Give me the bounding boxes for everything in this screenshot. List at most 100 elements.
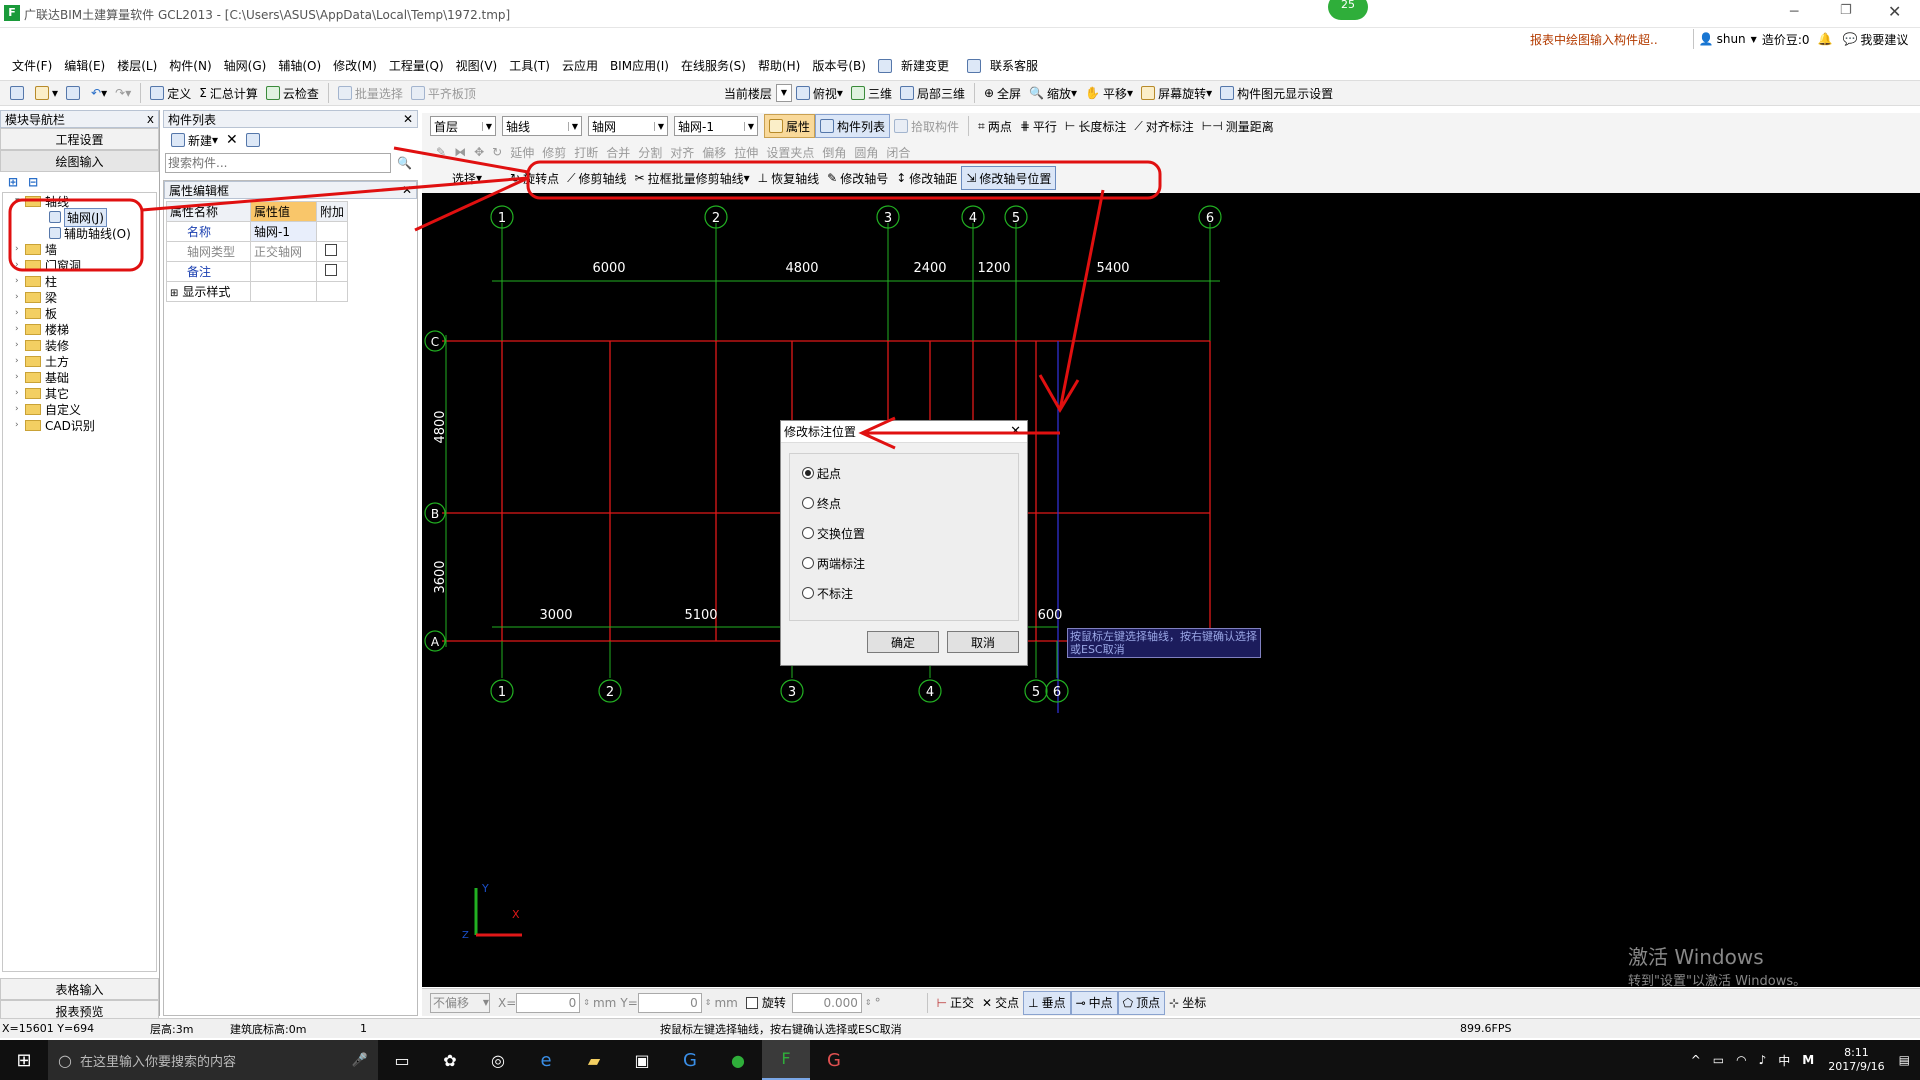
tree-item-custom[interactable]: › 自定义 (15, 401, 156, 417)
tree-item-foundation[interactable]: › 基础 (15, 369, 156, 385)
prop-value[interactable] (250, 261, 317, 282)
local-3d-button[interactable]: 局部三维 (896, 81, 969, 105)
ime-indicator[interactable]: 中 (1778, 1052, 1790, 1069)
menu-version[interactable]: 版本号(B) (806, 55, 872, 77)
menu-contact[interactable]: 联系客服 (961, 55, 1050, 77)
rotate-spinner-icon[interactable]: ⇕ (865, 998, 872, 1007)
menu-bim[interactable]: BIM应用(I) (604, 55, 675, 77)
ime-mode[interactable]: M (1802, 1053, 1814, 1067)
tree-item-other[interactable]: › 其它 (15, 385, 156, 401)
option-end[interactable]: 终点 (802, 488, 1006, 518)
battery-icon[interactable]: ▭ (1713, 1053, 1724, 1067)
select-button[interactable]: 选择 ▾ (448, 166, 486, 190)
prop-value[interactable]: 正交轴网 (250, 241, 317, 262)
windows-start-icon[interactable]: ⊞ (0, 1050, 48, 1071)
menu-quantity[interactable]: 工程量(Q) (383, 55, 450, 77)
menu-new-change[interactable]: 新建变更 (872, 55, 961, 77)
app-icon-2[interactable]: ◎ (474, 1051, 522, 1070)
table-input-button[interactable]: 表格输入 (0, 978, 159, 1000)
pan-button[interactable]: ✋ 平移 ▾ (1081, 81, 1137, 105)
rotate-icon[interactable]: ↻ (488, 140, 506, 164)
type-select[interactable]: 轴网 ▼ (588, 116, 668, 136)
pin-icon[interactable]: ⅹ (147, 112, 154, 126)
current-floor-select[interactable]: ▼ (775, 84, 792, 102)
menu-view[interactable]: 视图(V) (450, 55, 504, 77)
grip-icon[interactable]: ✎ (432, 140, 450, 164)
tree-item-decoration[interactable]: › 装修 (15, 337, 156, 353)
browser-icon[interactable]: G (666, 1050, 714, 1071)
menu-file[interactable]: 文件(F) (6, 55, 58, 77)
menu-tools[interactable]: 工具(T) (503, 55, 556, 77)
instance-select[interactable]: 轴网-1 ▼ (674, 116, 758, 136)
close-icon[interactable]: ✕ (403, 112, 413, 126)
taskbar-search[interactable]: ○ 在这里输入你要搜索的内容 🎤 (48, 1040, 378, 1080)
option-both[interactable]: 两端标注 (802, 548, 1006, 578)
option-swap[interactable]: 交换位置 (802, 518, 1006, 548)
mirror-icon[interactable]: ⧓ (450, 140, 470, 164)
top-view-button[interactable]: 俯视 ▾ (792, 81, 847, 105)
fillet-button[interactable]: 圆角 (850, 140, 882, 164)
restore-axis-button[interactable]: ⊥ 恢复轴线 (754, 166, 823, 190)
file-explorer-icon[interactable]: ▰ (570, 1051, 618, 1070)
split-button[interactable]: 分割 (634, 140, 666, 164)
close-shape-button[interactable]: 闭合 (882, 140, 914, 164)
offset-select[interactable]: 不偏移 ▼ (430, 992, 490, 1013)
tree-item-wall[interactable]: › 墙 (15, 241, 156, 257)
menu-component[interactable]: 构件(N) (163, 55, 217, 77)
component-list-button[interactable]: 构件列表 (815, 114, 891, 138)
app-icon-1[interactable]: ✿ (426, 1051, 474, 1070)
x-input[interactable]: 0 (516, 992, 581, 1013)
expand-icon[interactable]: ⊞ (170, 288, 178, 299)
display-settings-button[interactable]: 构件图元显示设置 (1216, 81, 1337, 105)
expand-all-icon[interactable]: ⊞ (8, 175, 18, 189)
y-spinner-icon[interactable]: ⇕ (705, 998, 712, 1007)
collapse-all-icon[interactable]: ⊟ (28, 175, 38, 189)
table-row[interactable]: ⊞ 显示样式 (166, 281, 349, 302)
rotate-point-button[interactable]: ↻ 旋转点 (506, 166, 563, 190)
component-search-input[interactable] (165, 153, 391, 173)
snap-coordinate[interactable]: ⊹ 坐标 (1165, 991, 1210, 1015)
batch-select-button[interactable]: 批量选择 (334, 81, 407, 105)
x-spinner-icon[interactable]: ⇕ (583, 998, 590, 1007)
menu-modify[interactable]: 修改(M) (327, 55, 383, 77)
tree-item-slab[interactable]: › 板 (15, 305, 156, 321)
rotate-input[interactable]: 0.000 (791, 992, 862, 1013)
offset-button[interactable]: 偏移 (698, 140, 730, 164)
option-start[interactable]: 起点 (802, 458, 1006, 488)
dialog-close-icon[interactable]: ✕ (1010, 424, 1021, 439)
suggest-link[interactable]: 我要建议 (1860, 31, 1908, 48)
redo-button[interactable]: ↷ ▾ (111, 81, 135, 105)
tree-item-door-window[interactable]: › 门窗洞 (15, 257, 156, 273)
undo-button[interactable]: ↶ ▾ (87, 81, 111, 105)
sum-button[interactable]: Σ 汇总计算 (195, 81, 262, 105)
volume-icon[interactable]: ♪ (1759, 1053, 1767, 1067)
cancel-button[interactable]: 取消 (947, 631, 1019, 653)
app-icon-3[interactable]: G (810, 1050, 858, 1071)
length-dim-button[interactable]: ⊢ 长度标注 (1061, 114, 1130, 138)
fullscreen-button[interactable]: ⊕ 全屏 (980, 81, 1025, 105)
menu-aux-axis[interactable]: 辅轴(O) (272, 55, 327, 77)
snap-orthogonal[interactable]: ⊢ 正交 (933, 991, 978, 1015)
menu-axis[interactable]: 轴网(G) (218, 55, 273, 77)
tree-item-stairs[interactable]: › 楼梯 (15, 321, 156, 337)
measure-button[interactable]: ⊢⊣ 测量距离 (1198, 114, 1278, 138)
tree-item-column[interactable]: › 柱 (15, 273, 156, 289)
drawing-canvas[interactable]: 1 2 3 4 5 6 6000 4800 2400 1200 5400 1 2 3 4 5 6 3000 5100… (422, 193, 1920, 989)
rotate-checkbox[interactable] (745, 996, 758, 1009)
zoom-button[interactable]: 🔍 缩放 ▾ (1025, 81, 1081, 105)
align-dim-button[interactable]: ⟋ 对齐标注 (1130, 114, 1197, 138)
menu-cloud[interactable]: 云应用 (556, 55, 604, 77)
stretch-button[interactable]: 拉伸 (730, 140, 762, 164)
menu-edit[interactable]: 编辑(E) (58, 55, 111, 77)
search-icon[interactable]: 🔍 (397, 156, 412, 170)
clock[interactable]: 8:11 2017/9/16 (1828, 1046, 1884, 1074)
tree-item-aux-axis[interactable]: 辅助轴线(O) (15, 225, 156, 241)
option-none[interactable]: 不标注 (802, 578, 1006, 608)
new-component-button[interactable]: 新建 ▾ (167, 128, 222, 152)
break-button[interactable]: 打断 (570, 140, 602, 164)
ok-button[interactable]: 确定 (867, 631, 939, 653)
merge-button[interactable]: 合并 (602, 140, 634, 164)
open-button[interactable]: ▾ (31, 81, 62, 105)
move-icon[interactable]: ✥ (470, 140, 488, 164)
save-button[interactable] (62, 81, 87, 105)
